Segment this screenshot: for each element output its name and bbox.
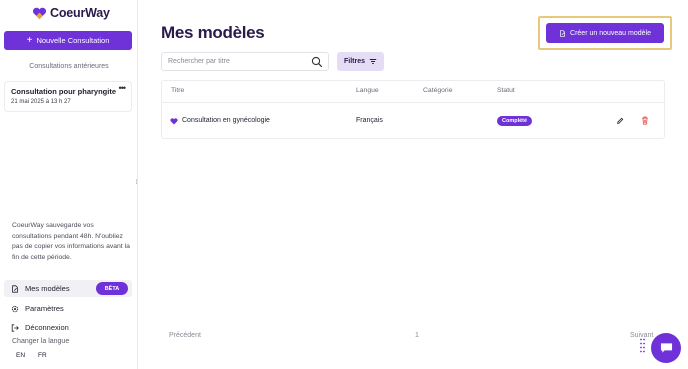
column-header-title[interactable]: Titre <box>171 87 184 94</box>
pencil-icon[interactable] <box>616 117 624 125</box>
search-placeholder: Rechercher par titre <box>168 58 230 65</box>
logout-icon <box>11 323 19 332</box>
consultation-title: Consultation pour pharyngite <box>11 87 116 96</box>
pagination-page[interactable]: 1 <box>415 332 419 339</box>
language-option-en[interactable]: EN <box>16 352 25 359</box>
templates-table: Titre Langue Catégorie Statut Consultati… <box>161 80 665 139</box>
page-title: Mes modèles <box>161 23 265 42</box>
logo[interactable]: CoeurWay <box>32 6 110 20</box>
heart-icon <box>170 118 178 125</box>
filters-label: Filtres <box>343 58 365 65</box>
previous-consultations-heading: Consultations antérieures <box>29 63 109 70</box>
column-header-status[interactable]: Statut <box>497 87 515 94</box>
table-divider <box>162 102 664 103</box>
status-badge: Complété <box>497 116 533 126</box>
trash-icon[interactable] <box>641 116 649 125</box>
search-icon[interactable] <box>311 56 323 68</box>
retention-info: CoeurWay sauvegarde vos consultations pe… <box>12 222 130 261</box>
column-header-language[interactable]: Langue <box>356 87 379 94</box>
search-input[interactable]: Rechercher par titre <box>161 52 329 71</box>
document-edit-icon <box>12 284 18 293</box>
pagination-previous[interactable]: Précédent <box>169 332 201 339</box>
create-template-label: Créer un nouveau modèle <box>570 29 651 37</box>
change-language-label: Changer la langue <box>12 338 70 345</box>
sidebar-resize-handle[interactable]: ⁞ <box>134 180 139 187</box>
new-consultation-label: Nouvelle Consultation <box>36 36 110 45</box>
heart-logo-icon <box>32 7 47 19</box>
beta-badge: BÊTA <box>96 282 128 295</box>
filters-button[interactable]: Filtres <box>337 52 384 71</box>
new-consultation-button[interactable]: + Nouvelle Consultation <box>4 31 132 50</box>
gear-icon <box>11 305 19 312</box>
sidebar-item-label: Mes modèles <box>25 284 70 293</box>
column-header-category[interactable]: Catégorie <box>423 87 452 94</box>
sidebar-item-label: Paramètres <box>25 304 64 313</box>
chat-icon <box>660 343 672 353</box>
filter-icon <box>369 59 377 64</box>
app-name: CoeurWay <box>50 6 110 20</box>
row-language: Français <box>356 117 383 124</box>
drag-handle-icon[interactable] <box>640 338 645 354</box>
language-option-fr[interactable]: FR <box>38 352 47 359</box>
sidebar: CoeurWay + Nouvelle Consultation Consult… <box>0 0 138 369</box>
sidebar-item-templates[interactable]: Mes modèles BÊTA <box>4 280 132 297</box>
consultation-date: 21 mai 2025 à 13 h 27 <box>11 99 71 105</box>
more-options-icon[interactable]: ••• <box>119 83 127 93</box>
chat-button[interactable] <box>651 333 681 363</box>
consultation-card[interactable]: Consultation pour pharyngite 21 mai 2025… <box>4 81 132 112</box>
plus-icon: + <box>26 34 33 46</box>
sidebar-item-logout[interactable]: Déconnexion <box>4 319 132 336</box>
create-template-button[interactable]: Créer un nouveau modèle <box>546 23 664 43</box>
sidebar-item-settings[interactable]: Paramètres <box>4 300 132 317</box>
document-edit-icon <box>560 29 565 37</box>
row-title[interactable]: Consultation en gynécologie <box>182 117 270 124</box>
sidebar-item-label: Déconnexion <box>25 323 69 332</box>
